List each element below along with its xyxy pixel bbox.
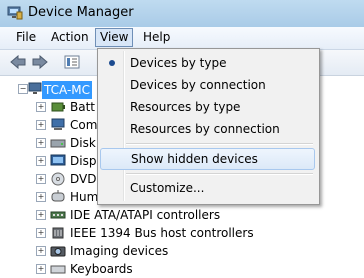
expand-icon[interactable]: + bbox=[36, 264, 46, 274]
disk-drive-icon bbox=[50, 139, 66, 148]
tree-item[interactable]: + IDE ATA/ATAPI controllers bbox=[0, 206, 364, 224]
battery-icon bbox=[51, 102, 65, 112]
window-title: Device Manager bbox=[28, 5, 134, 20]
menu-bar: File Action View Help bbox=[0, 27, 364, 50]
view-menu-dropdown: Devices by type Devices by connection Re… bbox=[97, 48, 320, 205]
menu-item-label: Resources by type bbox=[130, 100, 241, 114]
title-bar: Device Manager bbox=[0, 0, 364, 27]
tree-item-label: IDE ATA/ATAPI controllers bbox=[70, 208, 221, 222]
tree-item[interactable]: + IEEE 1394 Bus host controllers bbox=[0, 224, 364, 242]
tree-item-label: Hum bbox=[70, 190, 99, 204]
menu-item-label: Devices by type bbox=[130, 56, 227, 70]
expand-icon[interactable]: + bbox=[36, 138, 46, 148]
menu-item-devices-by-type[interactable]: Devices by type bbox=[100, 52, 315, 74]
menu-item-label: Customize... bbox=[130, 181, 205, 195]
properties-icon[interactable] bbox=[64, 55, 80, 69]
forward-arrow-icon[interactable] bbox=[32, 55, 48, 69]
radio-selected-icon bbox=[109, 60, 115, 66]
tree-item-label: Com bbox=[70, 118, 98, 132]
display-adapter-icon bbox=[50, 154, 66, 166]
tree-item-label: Disp bbox=[70, 154, 97, 168]
menu-item-resources-by-connection[interactable]: Resources by connection bbox=[100, 118, 315, 140]
menu-item-label: Resources by connection bbox=[130, 122, 280, 136]
menu-item-label: Show hidden devices bbox=[131, 152, 258, 166]
menu-item-customize[interactable]: Customize... bbox=[100, 177, 315, 199]
expand-icon[interactable]: + bbox=[36, 192, 46, 202]
tree-item-label: Imaging devices bbox=[70, 244, 169, 258]
expand-icon[interactable]: + bbox=[36, 210, 46, 220]
menu-item-show-hidden-devices[interactable]: Show hidden devices bbox=[100, 148, 315, 170]
tree-item-label: Batt bbox=[70, 100, 95, 114]
device-manager-icon bbox=[7, 6, 23, 20]
expand-icon[interactable]: + bbox=[36, 102, 46, 112]
expand-icon[interactable]: + bbox=[36, 174, 46, 184]
menu-view[interactable]: View bbox=[95, 28, 134, 47]
menu-item-label: Devices by connection bbox=[130, 78, 266, 92]
expand-icon[interactable]: + bbox=[36, 228, 46, 238]
computer-icon bbox=[51, 118, 65, 130]
menu-help[interactable]: Help bbox=[139, 29, 174, 46]
tree-item-label: DVD bbox=[70, 172, 97, 186]
tree-item-label: Disk bbox=[70, 136, 96, 150]
expand-icon[interactable]: + bbox=[36, 120, 46, 130]
expand-icon[interactable]: + bbox=[36, 156, 46, 166]
ieee1394-icon bbox=[52, 227, 64, 239]
tree-item[interactable]: + Keyboards bbox=[0, 260, 364, 278]
root-label: TCA-MC bbox=[42, 81, 93, 99]
tree-item-label: Keyboards bbox=[70, 262, 133, 276]
expand-icon[interactable]: + bbox=[36, 246, 46, 256]
tree-item[interactable]: + Imaging devices bbox=[0, 242, 364, 260]
dvd-drive-icon bbox=[51, 172, 65, 186]
keyboard-icon bbox=[50, 265, 66, 274]
back-arrow-icon[interactable] bbox=[10, 55, 26, 69]
menu-item-resources-by-type[interactable]: Resources by type bbox=[100, 96, 315, 118]
human-interface-icon bbox=[51, 190, 65, 202]
menu-action[interactable]: Action bbox=[47, 29, 93, 46]
menu-separator bbox=[126, 173, 313, 175]
computer-icon bbox=[28, 82, 42, 94]
menu-item-devices-by-connection[interactable]: Devices by connection bbox=[100, 74, 315, 96]
ide-controller-icon bbox=[50, 211, 66, 219]
menu-separator bbox=[126, 143, 313, 145]
imaging-device-icon bbox=[50, 246, 66, 257]
menu-file[interactable]: File bbox=[12, 29, 40, 46]
tree-item-label: IEEE 1394 Bus host controllers bbox=[70, 226, 254, 240]
